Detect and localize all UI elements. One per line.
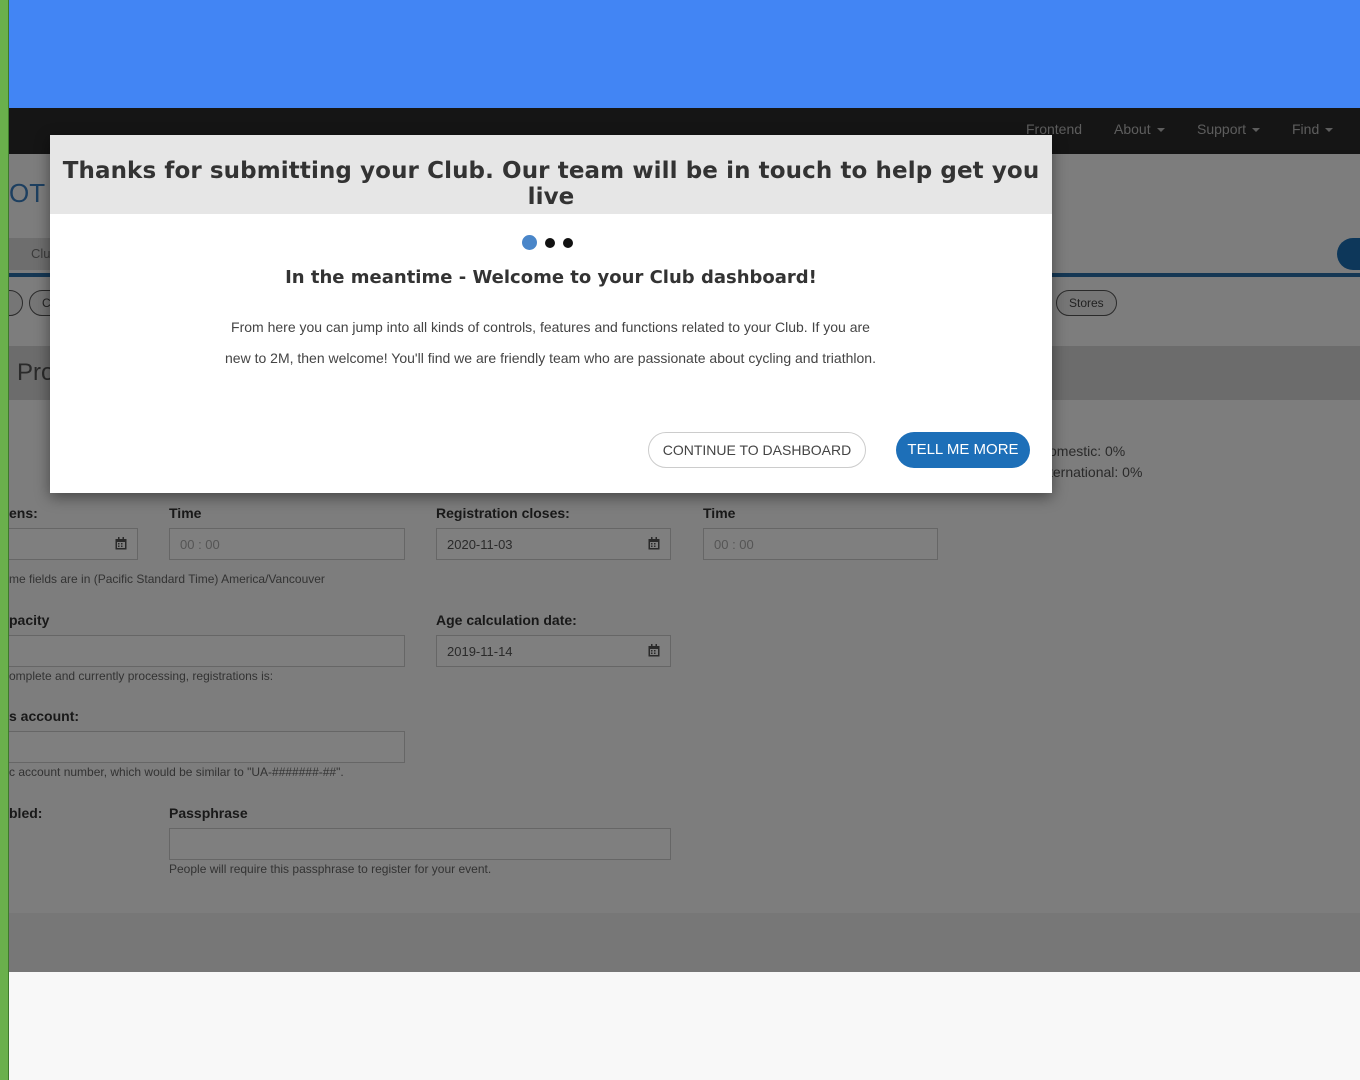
carousel-dots [522, 235, 582, 251]
modal-subtitle: In the meantime - Welcome to your Club d… [285, 267, 817, 288]
modal-title: Thanks for submitting your Club. Our tea… [62, 158, 1040, 210]
left-edge-bar [0, 0, 9, 1080]
continue-to-dashboard-button[interactable]: CONTINUE TO DASHBOARD [648, 432, 866, 468]
welcome-modal: Thanks for submitting your Club. Our tea… [50, 135, 1052, 493]
carousel-dot[interactable] [545, 238, 555, 248]
modal-body-text: From here you can jump into all kinds of… [225, 319, 876, 366]
top-banner [9, 0, 1360, 108]
tell-me-more-button[interactable]: TELL ME MORE [896, 432, 1030, 468]
modal-header: Thanks for submitting your Club. Our tea… [50, 135, 1052, 214]
carousel-dot[interactable] [563, 238, 573, 248]
carousel-dot-active[interactable] [522, 235, 537, 250]
